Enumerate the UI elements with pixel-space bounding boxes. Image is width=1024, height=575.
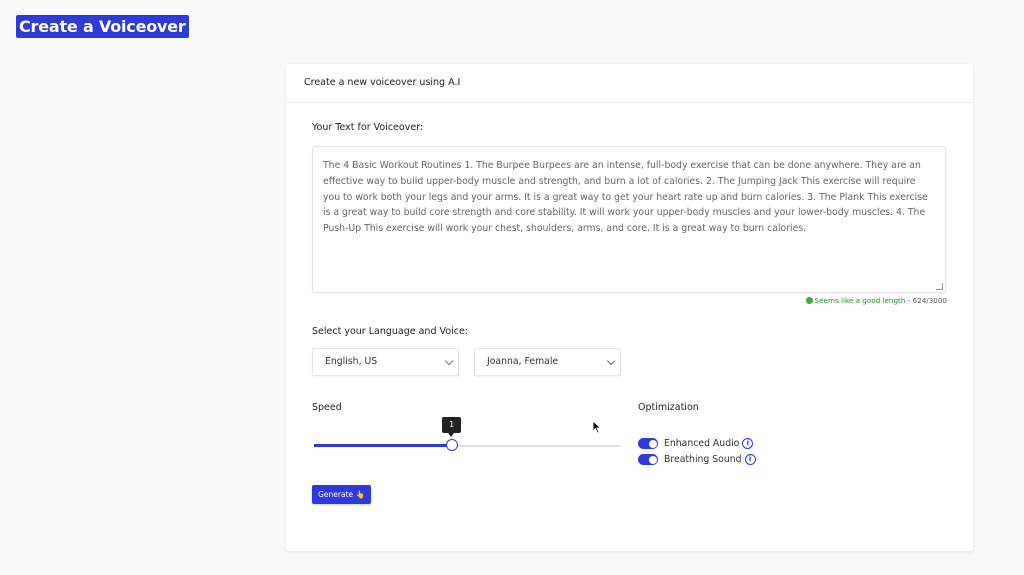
mouse-cursor-icon [592, 420, 602, 434]
generate-button[interactable]: Generate 👆 [312, 485, 371, 504]
status-dot-icon [805, 297, 813, 304]
enhanced-audio-row: Enhanced Audio i [638, 438, 754, 450]
page-title: Create a Voiceover [16, 15, 189, 38]
chevron-down-icon [606, 356, 616, 366]
language-select[interactable]: English, US [312, 348, 459, 376]
optimization-label: Optimization [638, 402, 699, 413]
breathing-sound-label: Breathing Sound [664, 454, 742, 465]
speed-slider-fill [314, 444, 452, 447]
speed-label: Speed [312, 402, 342, 413]
voiceover-card: Create a new voiceover using A.I Your Te… [286, 64, 973, 551]
voiceover-textarea[interactable]: The 4 Basic Workout Routines 1. The Burp… [312, 146, 946, 293]
length-status: Seems like a good length [814, 296, 906, 305]
voice-select[interactable]: Joanna, Female [474, 348, 621, 376]
speed-slider-thumb[interactable] [445, 439, 458, 451]
chevron-down-icon [444, 356, 454, 366]
enhanced-audio-toggle[interactable] [638, 438, 658, 449]
resize-handle[interactable] [936, 283, 943, 290]
voice-value: Joanna, Female [487, 356, 559, 367]
info-icon[interactable]: i [744, 454, 756, 465]
language-label: Select your Language and Voice: [312, 326, 468, 337]
length-count: - 624/3000 [905, 296, 947, 305]
length-counter: Seems like a good length - 624/3000 [805, 296, 947, 305]
card-header: Create a new voiceover using A.I [286, 64, 973, 103]
breathing-sound-toggle[interactable] [638, 454, 658, 465]
enhanced-audio-label: Enhanced Audio [664, 438, 740, 449]
breathing-sound-row: Breathing Sound i [638, 454, 756, 466]
speed-tooltip: 1 [442, 417, 462, 437]
info-icon[interactable]: i [742, 438, 754, 449]
language-value: English, US [325, 356, 378, 367]
textarea-text: The 4 Basic Workout Routines 1. The Burp… [323, 160, 928, 235]
text-label: Your Text for Voiceover: [312, 122, 424, 133]
